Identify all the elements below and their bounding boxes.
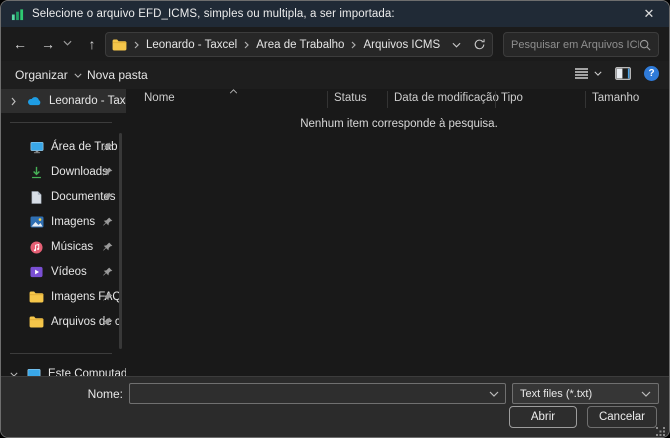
filename-input[interactable] — [130, 387, 489, 400]
sidebar-item-documents[interactable]: Documentos — [1, 186, 126, 208]
sidebar-item-label: Leonardo - Taxcel — [49, 95, 126, 107]
column-header-status[interactable]: Status — [334, 92, 367, 104]
breadcrumb-segment[interactable]: Área de Trabalho — [256, 39, 344, 51]
sidebar-item-label: Downloads — [51, 166, 108, 178]
folder-icon — [112, 39, 127, 51]
folder-icon — [29, 291, 44, 303]
document-icon — [29, 190, 44, 204]
breadcrumb-segment[interactable]: Leonardo - Taxcel — [146, 39, 237, 51]
app-chart-icon — [11, 8, 24, 21]
search-box — [503, 32, 659, 57]
column-header-date[interactable]: Data de modificação — [394, 92, 499, 104]
desktop-icon — [29, 141, 44, 154]
pin-icon[interactable] — [103, 292, 113, 302]
column-divider[interactable] — [387, 91, 388, 108]
up-button[interactable]: ↑ — [81, 34, 103, 54]
column-header-size[interactable]: Tamanho — [592, 92, 639, 104]
breadcrumb-segment[interactable]: Arquivos ICMS — [363, 39, 440, 51]
sidebar-scrollbar[interactable] — [119, 133, 122, 349]
help-icon[interactable]: ? — [644, 66, 659, 81]
onedrive-cloud-icon — [27, 96, 42, 106]
navigation-pane: Leonardo - Taxcel Área de Trab Downloads — [1, 89, 127, 376]
back-button[interactable]: ← — [9, 34, 31, 54]
downloads-icon — [29, 166, 44, 179]
filename-label: Nome: — [87, 387, 123, 401]
dialog-footer: Nome: Text files (*.txt) Abrir Cancelar — [1, 376, 669, 437]
sidebar-item-music[interactable]: Músicas — [1, 236, 126, 258]
chevron-right-icon — [351, 41, 357, 49]
pin-icon[interactable] — [103, 142, 113, 152]
sidebar-item-videos[interactable]: Vídeos — [1, 261, 126, 283]
organize-label: Organizar — [15, 68, 68, 82]
pin-icon[interactable] — [103, 217, 113, 227]
column-header-name[interactable]: Nome — [144, 92, 175, 104]
sidebar-item-desktop[interactable]: Área de Trab — [1, 136, 126, 158]
recent-locations-chevron-icon[interactable] — [63, 40, 72, 46]
sidebar-item-this-pc[interactable]: Este Computador — [1, 363, 126, 376]
organize-button[interactable]: Organizar — [15, 65, 82, 85]
pin-icon[interactable] — [103, 192, 113, 202]
filename-combobox — [129, 383, 506, 404]
computer-icon — [27, 368, 41, 376]
search-input[interactable] — [511, 38, 639, 51]
sidebar-item-downloads[interactable]: Downloads — [1, 161, 126, 183]
window-title: Selecione o arquivo EFD_ICMS, simples ou… — [32, 8, 395, 20]
resize-grip[interactable] — [656, 427, 665, 436]
view-mode-icon[interactable] — [574, 67, 602, 80]
sidebar-item-imagens-faq[interactable]: Imagens FAQ — [1, 286, 126, 308]
chevron-right-icon[interactable] — [11, 97, 16, 106]
pin-icon[interactable] — [103, 317, 113, 327]
forward-button[interactable]: → — [37, 34, 59, 54]
filetype-value: Text files (*.txt) — [520, 387, 593, 400]
sidebar-item-label: Vídeos — [51, 266, 87, 278]
close-icon[interactable]: ✕ — [629, 1, 669, 27]
pin-icon[interactable] — [103, 267, 113, 277]
filetype-select[interactable]: Text files (*.txt) — [512, 383, 659, 404]
search-icon[interactable] — [639, 39, 651, 51]
address-dropdown-chevron-icon[interactable] — [452, 42, 461, 48]
new-folder-label: Nova pasta — [87, 68, 148, 82]
new-folder-button[interactable]: Nova pasta — [87, 65, 148, 85]
chevron-down-icon — [641, 391, 651, 397]
pictures-icon — [29, 216, 44, 228]
chevron-right-icon — [244, 41, 250, 49]
column-divider[interactable] — [585, 91, 586, 108]
refresh-icon[interactable] — [473, 38, 486, 51]
file-list: Nome Status Data de modificação Tipo Tam… — [129, 89, 669, 376]
preview-pane-icon[interactable] — [615, 67, 631, 80]
navigation-bar: ← → ↑ Leonardo - Taxcel Área de Trabalho… — [1, 27, 669, 61]
sidebar-divider — [10, 353, 112, 354]
pin-icon[interactable] — [103, 167, 113, 177]
chevron-down-icon[interactable] — [489, 391, 499, 397]
chevron-down-icon — [594, 71, 602, 76]
chevron-right-icon — [134, 41, 139, 49]
breadcrumb: Leonardo - Taxcel Área de Trabalho Arqui… — [134, 39, 452, 51]
sidebar-item-onedrive[interactable]: Leonardo - Taxcel — [1, 89, 126, 113]
cancel-button[interactable]: Cancelar — [587, 406, 657, 428]
address-bar[interactable]: Leonardo - Taxcel Área de Trabalho Arqui… — [105, 32, 493, 57]
music-icon — [29, 240, 44, 254]
chevron-down-icon — [74, 73, 82, 78]
column-header-type[interactable]: Tipo — [501, 92, 523, 104]
sidebar-divider — [10, 122, 112, 123]
sidebar-item-label: Imagens — [51, 216, 96, 228]
column-divider[interactable] — [327, 91, 328, 108]
sidebar-item-label: Músicas — [51, 241, 94, 253]
main-area: Leonardo - Taxcel Área de Trab Downloads — [1, 89, 669, 376]
open-file-dialog: Selecione o arquivo EFD_ICMS, simples ou… — [0, 0, 670, 438]
pin-icon[interactable] — [103, 242, 113, 252]
open-button[interactable]: Abrir — [509, 406, 577, 428]
folder-icon — [29, 316, 44, 328]
empty-results-message: Nenhum item corresponde à pesquisa. — [300, 118, 498, 130]
column-divider[interactable] — [495, 91, 496, 108]
sidebar-item-arquivos[interactable]: Arquivos de c — [1, 311, 126, 333]
sidebar-item-pictures[interactable]: Imagens — [1, 211, 126, 233]
sidebar-item-label: Este Computador — [48, 368, 126, 376]
titlebar: Selecione o arquivo EFD_ICMS, simples ou… — [1, 1, 669, 27]
sort-ascending-icon[interactable] — [229, 89, 238, 94]
command-bar: Organizar Nova pasta ? — [1, 61, 669, 89]
videos-icon — [29, 266, 44, 278]
